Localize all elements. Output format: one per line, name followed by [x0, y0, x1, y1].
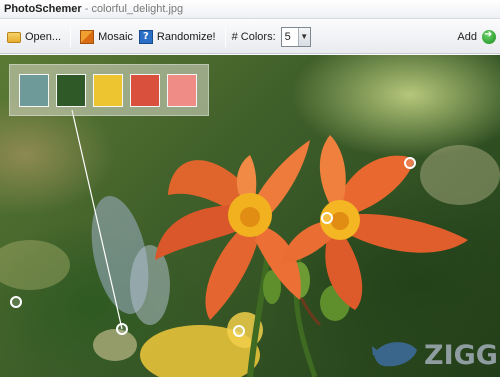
randomize-icon: ? — [138, 29, 153, 44]
add-label: Add — [457, 30, 477, 43]
open-button[interactable]: Open... — [4, 26, 64, 48]
blurred-bloom — [93, 329, 137, 361]
color-sample-handle[interactable] — [10, 296, 22, 308]
colors-label: # Colors: — [231, 30, 276, 43]
arrow-right-icon — [482, 29, 496, 44]
color-swatch-1[interactable] — [19, 74, 49, 107]
watermark-text: ZIGG — [424, 340, 497, 371]
randomize-label: Randomize! — [156, 30, 216, 43]
file-name: colorful_delight.jpg — [91, 3, 184, 15]
colors-select[interactable]: 5 ▼ — [280, 26, 311, 47]
open-label: Open... — [25, 30, 62, 43]
toolbar-divider — [224, 26, 226, 47]
blurred-leaf — [0, 240, 70, 290]
app-title: PhotoSchemer — [4, 3, 82, 15]
blurred-bellflower — [130, 245, 170, 325]
mosaic-button[interactable]: Mosaic — [77, 26, 136, 48]
mosaic-label: Mosaic — [98, 30, 133, 43]
title-separator: - — [84, 3, 89, 15]
add-button[interactable]: Add — [457, 29, 496, 44]
color-sample-handle[interactable] — [233, 325, 245, 337]
blurred-leaf — [420, 145, 500, 205]
palette-panel — [9, 64, 209, 116]
title-bar: PhotoSchemer - colorful_delight.jpg — [0, 0, 500, 19]
color-sample-handle[interactable] — [116, 323, 128, 335]
zigg-watermark-logo: ZIGG — [372, 340, 497, 371]
toolbar-divider — [70, 26, 72, 47]
toolbar: Open... Mosaic ? Randomize! # Colors: 5 … — [0, 20, 500, 54]
colors-select-value: 5 — [284, 30, 291, 43]
color-swatch-3[interactable] — [93, 74, 123, 107]
color-swatch-4[interactable] — [130, 74, 160, 107]
folder-icon — [7, 32, 21, 43]
chevron-down-icon[interactable]: ▼ — [297, 27, 310, 46]
mosaic-icon — [80, 29, 95, 44]
color-sample-handle[interactable] — [404, 157, 416, 169]
randomize-button[interactable]: ? Randomize! — [136, 26, 219, 48]
color-sample-handle[interactable] — [321, 212, 333, 224]
color-swatch-2[interactable] — [56, 74, 86, 107]
color-swatch-5[interactable] — [167, 74, 197, 107]
whale-icon — [374, 342, 417, 367]
orange-lily-left — [155, 140, 310, 320]
